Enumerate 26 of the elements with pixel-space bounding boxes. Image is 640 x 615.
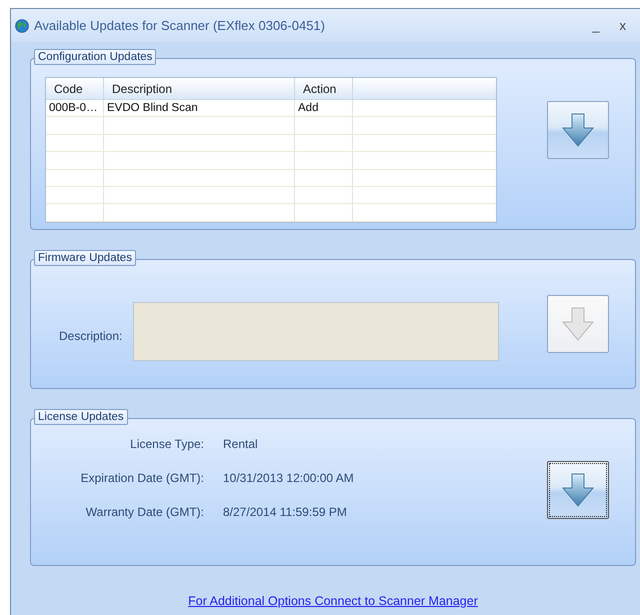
arrow-down-icon [562,113,594,147]
scanner-manager-link[interactable]: For Additional Options Connect to Scanner Manager [188,594,478,608]
table-cell: EVDO Blind Scan [104,100,295,116]
group-title: Configuration Updates [34,49,156,65]
field-value: 8/27/2014 11:59:59 PM [223,505,348,519]
group-title: License Updates [34,409,128,425]
field-value: 10/31/2013 12:00:00 AM [223,471,354,485]
table-cell: Add [295,100,353,116]
arrow-down-icon [562,473,594,507]
column-header[interactable]: Description [104,78,295,99]
column-header[interactable]: Code [46,78,104,99]
table-cell: 000B-0… [46,100,104,116]
group-title: Firmware Updates [34,250,136,266]
column-header[interactable]: Action [295,78,353,99]
arrow-down-icon [562,306,594,340]
globe-icon [15,18,29,32]
description-field[interactable] [133,302,500,361]
window-title: Available Updates for Scanner (EXflex 0306-0451) [34,18,325,33]
close-button[interactable]: x [610,18,636,33]
field-label: License Type: [129,437,204,451]
field-label: Warranty Date (GMT): [84,505,204,519]
field-label: Description: [59,328,122,342]
field-label: Expiration Date (GMT): [80,471,204,485]
minimize-button[interactable]: _ [582,18,610,33]
field-value: Rental [223,437,259,451]
download-button[interactable] [547,461,609,519]
